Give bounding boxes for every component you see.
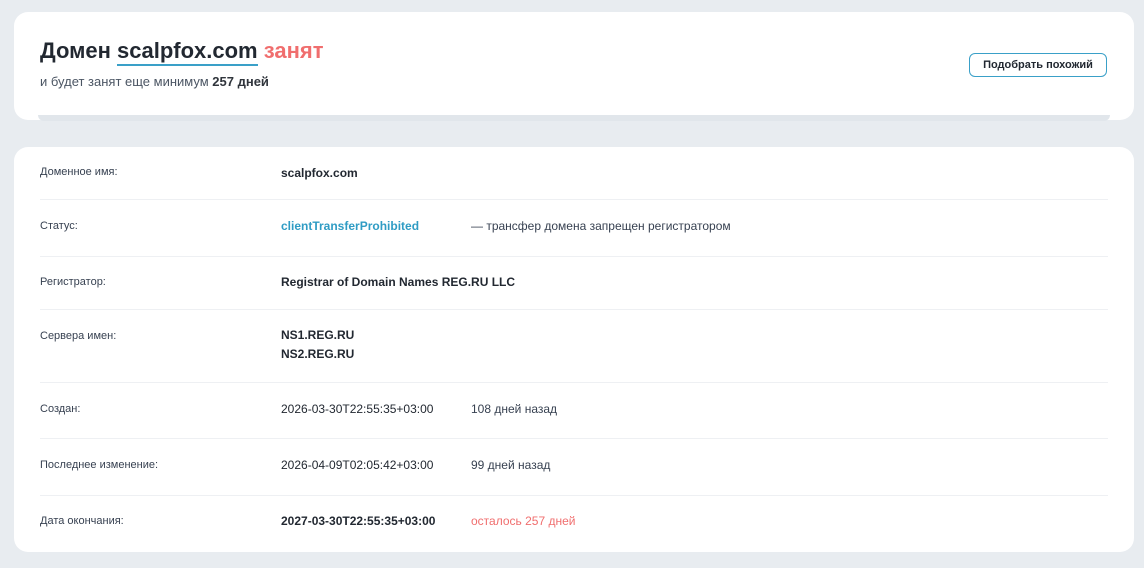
whois-details-card: Доменное имя: scalpfox.com Статус: clien… — [14, 147, 1134, 552]
row-modified: Последнее изменение: 2026-04-09T02:05:42… — [40, 438, 1108, 496]
title-prefix: Домен — [40, 38, 111, 63]
domain-name-value: scalpfox.com — [281, 166, 358, 180]
created-ago: 108 дней назад — [471, 402, 558, 416]
expires-value: 2027-03-30T22:55:35+03:00 — [281, 514, 436, 528]
row-status: Статус: clientTransferProhibited — транс… — [40, 199, 1108, 257]
modified-ago: 99 дней назад — [471, 458, 551, 472]
row-domain-name: Доменное имя: scalpfox.com — [40, 147, 1108, 200]
row-created: Создан: 2026-03-30T22:55:35+03:00 108 дн… — [40, 382, 1108, 439]
modified-label: Последнее изменение: — [40, 459, 159, 471]
row-registrar: Регистратор: Registrar of Domain Names R… — [40, 256, 1108, 310]
busy-duration-days: 257 дней — [212, 74, 269, 89]
row-nameservers: Сервера имен: NS1.REG.RU NS2.REG.RU — [40, 309, 1108, 383]
created-value: 2026-03-30T22:55:35+03:00 — [281, 402, 434, 416]
nameserver-item: NS1.REG.RU — [281, 328, 355, 342]
nameserver-item: NS2.REG.RU — [281, 347, 355, 361]
registrar-label: Регистратор: — [40, 276, 106, 288]
title-domain: scalpfox.com — [117, 38, 258, 66]
registrar-value: Registrar of Domain Names REG.RU LLC — [281, 275, 516, 289]
nameservers-label: Сервера имен: — [40, 330, 117, 342]
modified-value: 2026-04-09T02:05:42+03:00 — [281, 458, 434, 472]
created-label: Создан: — [40, 403, 81, 415]
status-code-link[interactable]: clientTransferProhibited — [281, 219, 419, 233]
page-title: Домен scalpfox.com занят — [40, 38, 324, 66]
suggest-similar-button[interactable]: Подобрать похожий — [969, 53, 1107, 77]
expires-remaining: осталось 257 дней — [471, 514, 576, 528]
domain-status-card: Домен scalpfox.com занят и будет занят е… — [14, 12, 1134, 121]
row-expires: Дата окончания: 2027-03-30T22:55:35+03:0… — [40, 495, 1108, 552]
title-status-word: занят — [263, 38, 324, 63]
busy-duration-prefix: и будет занят еще минимум — [40, 74, 209, 89]
busy-duration-text: и будет занят еще минимум 257 дней — [40, 74, 269, 89]
status-description: — трансфер домена запрещен регистратором — [471, 219, 731, 233]
nameservers-list: NS1.REG.RU NS2.REG.RU — [281, 326, 354, 364]
status-label: Статус: — [40, 220, 78, 232]
card-shadow-strip — [38, 115, 1110, 121]
domain-name-label: Доменное имя: — [40, 166, 118, 178]
expires-label: Дата окончания: — [40, 515, 124, 527]
